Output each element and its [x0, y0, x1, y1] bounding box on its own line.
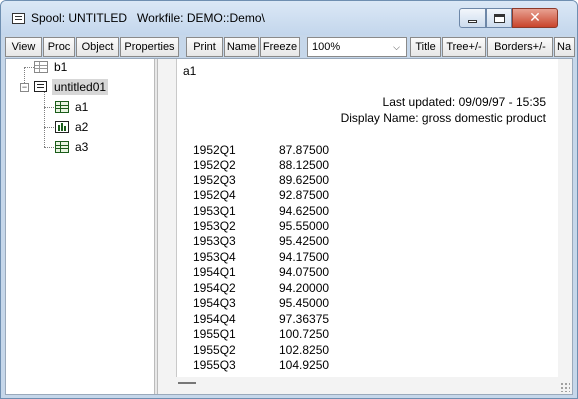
- row-date: 1955Q3: [193, 358, 236, 372]
- name-truncated-button[interactable]: Na: [554, 37, 575, 57]
- tree-node-label: a1: [75, 100, 89, 114]
- minimize-icon: [468, 19, 477, 23]
- graph-icon-bar: [64, 126, 66, 131]
- title-bar[interactable]: Spool: UNTITLED Workfile: DEMO::Demo\ ✕: [1, 1, 577, 35]
- row-date: 1954Q3: [193, 296, 236, 310]
- close-icon: ✕: [529, 10, 541, 26]
- row-value: 102.8250: [279, 343, 330, 357]
- freeze-button[interactable]: Freeze: [260, 37, 300, 57]
- row-date: 1952Q4: [193, 188, 236, 202]
- tree-node-label: untitled01: [52, 79, 109, 95]
- spool-icon: [34, 81, 47, 92]
- row-date: 1953Q2: [193, 219, 236, 233]
- row-date: 1954Q4: [193, 312, 236, 326]
- row-value: 100.7250: [279, 327, 330, 341]
- row-value: 92.87500: [279, 188, 330, 202]
- properties-button[interactable]: Properties: [120, 37, 179, 57]
- chevron-down-icon: ⌵: [393, 42, 400, 52]
- tree-node-a3[interactable]: a3: [6, 139, 146, 155]
- object-button[interactable]: Object: [76, 37, 119, 57]
- row-value: 95.55000: [279, 219, 330, 233]
- graph-icon: [55, 121, 69, 133]
- tree-node-a1[interactable]: a1: [6, 99, 146, 115]
- row-date: 1953Q3: [193, 234, 236, 248]
- row-value: 104.9250: [279, 358, 330, 372]
- tree-node-untitled01[interactable]: − untitled01: [6, 79, 146, 95]
- row-value: 95.45000: [279, 296, 330, 310]
- row-date: 1952Q3: [193, 173, 236, 187]
- zoom-select[interactable]: 100% ⌵: [307, 37, 407, 57]
- tree-pane[interactable]: b1 − untitled01 a1 a2 a3: [6, 59, 154, 394]
- row-date: 1955Q1: [193, 327, 236, 341]
- tree-node-label: a2: [75, 120, 89, 134]
- zoom-value: 100%: [312, 41, 341, 53]
- tree-toggle-button[interactable]: Tree+/-: [442, 37, 486, 57]
- table-icon: [55, 101, 69, 113]
- print-button[interactable]: Print: [186, 37, 223, 57]
- row-date: 1955Q2: [193, 343, 236, 357]
- minimize-button[interactable]: [459, 8, 486, 28]
- resize-grip-icon[interactable]: [560, 382, 570, 392]
- collapse-icon[interactable]: −: [20, 83, 29, 92]
- row-value: 95.42500: [279, 234, 330, 248]
- row-date: 1953Q1: [193, 204, 236, 218]
- output-pane: a1 Last updated: 09/09/97 - 15:35 Displa…: [158, 59, 572, 394]
- row-value: 94.20000: [279, 281, 330, 295]
- horizontal-scroll-indicator[interactable]: [178, 382, 196, 384]
- maximize-button[interactable]: [486, 8, 512, 28]
- row-value: 87.87500: [279, 143, 330, 157]
- table-icon: [55, 141, 69, 153]
- window-title: Spool: UNTITLED Workfile: DEMO::Demo\: [31, 11, 265, 25]
- row-value: 97.36375: [279, 312, 330, 326]
- name-button[interactable]: Name: [224, 37, 259, 57]
- row-date: 1954Q1: [193, 265, 236, 279]
- row-value: 94.17500: [279, 250, 330, 264]
- row-date: 1952Q2: [193, 158, 236, 172]
- row-date: 1954Q2: [193, 281, 236, 295]
- maximize-icon: [493, 13, 505, 23]
- row-value: 89.62500: [279, 173, 330, 187]
- row-value: 88.12500: [279, 158, 330, 172]
- graph-icon-bar: [61, 123, 63, 131]
- last-updated: Last updated: 09/09/97 - 15:35: [382, 95, 546, 109]
- tree-node-label: b1: [54, 60, 68, 74]
- graph-icon-bar: [58, 125, 60, 131]
- display-name: Display Name: gross domestic product: [340, 111, 546, 125]
- toolbar: View Proc Object Properties Print Name F…: [5, 37, 577, 57]
- object-name: a1: [183, 64, 197, 78]
- tree-node-b1[interactable]: b1: [6, 59, 146, 75]
- table-icon: [34, 61, 48, 73]
- row-date: 1953Q4: [193, 250, 236, 264]
- tree-node-a2[interactable]: a2: [6, 119, 146, 135]
- row-value: 94.07500: [279, 265, 330, 279]
- spool-window-icon: [12, 13, 25, 24]
- row-date: 1952Q1: [193, 143, 236, 157]
- tree-node-label: a3: [75, 140, 89, 154]
- close-button[interactable]: ✕: [512, 8, 558, 28]
- table-output: a1 Last updated: 09/09/97 - 15:35 Displa…: [176, 59, 558, 377]
- view-button[interactable]: View: [5, 37, 42, 57]
- borders-toggle-button[interactable]: Borders+/-: [487, 37, 553, 57]
- spool-window: Spool: UNTITLED Workfile: DEMO::Demo\ ✕ …: [0, 0, 578, 399]
- title-button[interactable]: Title: [410, 37, 441, 57]
- proc-button[interactable]: Proc: [43, 37, 75, 57]
- spool-client-area: b1 − untitled01 a1 a2 a3 a1 Last updated…: [5, 58, 573, 395]
- row-value: 94.62500: [279, 204, 330, 218]
